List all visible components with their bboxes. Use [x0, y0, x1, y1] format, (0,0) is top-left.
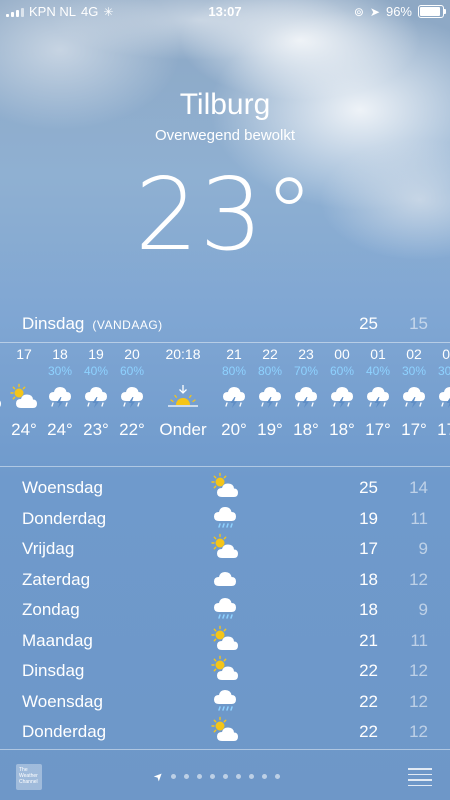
- divider: [0, 466, 450, 467]
- location-arrow-icon: ➤: [151, 769, 167, 785]
- daily-day: Maandag: [22, 630, 93, 650]
- hourly-time: 03: [442, 346, 450, 362]
- today-row: Dinsdag (VANDAAG) 25 15: [0, 312, 450, 338]
- page-dot[interactable]: [210, 774, 216, 779]
- weather-channel-logo[interactable]: The Weather Channel: [16, 764, 42, 790]
- daily-row: Woensdag 22 12: [0, 686, 450, 717]
- daily-day: Zaterdag: [22, 569, 91, 589]
- daily-day: Vrijdag: [22, 539, 75, 558]
- page-dot[interactable]: [236, 774, 242, 779]
- daily-high: 21: [359, 630, 378, 650]
- hourly-item: 03 30% 17°: [426, 346, 450, 440]
- daily-row: Dinsdag 22 12: [0, 655, 450, 686]
- battery-label: 96%: [385, 4, 412, 19]
- sun-cloud-icon: [208, 472, 242, 500]
- daily-low: 9: [418, 539, 428, 558]
- divider: [0, 342, 450, 343]
- page-dot[interactable]: [184, 774, 190, 779]
- daily-high: 22: [359, 722, 378, 741]
- hourly-precip: 30%: [437, 364, 450, 378]
- rain-cloud-icon: [208, 594, 242, 622]
- daily-high: 22: [359, 661, 378, 680]
- list-icon[interactable]: [408, 768, 432, 790]
- hourly-temp: 17°: [437, 420, 450, 439]
- city-name: Tilburg: [179, 88, 271, 121]
- status-bar: KPN NL 4G ✳ 13:07 ⊚ ➤ 96%: [0, 0, 450, 22]
- cloud-icon: [208, 564, 242, 592]
- daily-low: 11: [410, 508, 428, 528]
- daily-high: 18: [359, 600, 378, 619]
- sun-cloud-icon: [208, 533, 242, 561]
- page-dot[interactable]: [262, 774, 268, 779]
- rotation-lock-icon: ⊚: [353, 4, 364, 19]
- daily-row: Woensdag 25 14: [0, 472, 450, 503]
- page-dot[interactable]: [249, 774, 255, 779]
- thunderstorm-icon: [426, 380, 450, 414]
- current-condition: Overwegend bewolkt: [154, 127, 296, 144]
- daily-day: Dinsdag: [22, 661, 85, 680]
- today-day: Dinsdag (VANDAAG): [22, 314, 163, 334]
- daily-low: 12: [409, 722, 428, 741]
- daily-day: Zondag: [22, 600, 80, 619]
- sun-cloud-icon: [208, 716, 242, 744]
- hourly-forecast[interactable]: 16 25° 17 24° 18 30%: [0, 346, 450, 464]
- today-tag-label: VANDAAG: [96, 318, 159, 332]
- daily-low: 12: [409, 661, 428, 680]
- daily-low: 12: [409, 691, 428, 711]
- sun-cloud-icon: [208, 655, 242, 683]
- daily-row: Donderdag 19 11: [0, 503, 450, 534]
- status-right: ⊚ ➤ 96%: [353, 4, 446, 19]
- daily-high: 25: [359, 478, 378, 497]
- page-indicator[interactable]: ➤: [151, 769, 281, 785]
- daily-row: Maandag 21 11: [0, 625, 450, 656]
- daily-row: Vrijdag 17 9: [0, 533, 450, 564]
- page-dot[interactable]: [171, 774, 177, 779]
- daily-day: Donderdag: [22, 722, 107, 741]
- page-dot[interactable]: [275, 774, 281, 779]
- page-dot[interactable]: [223, 774, 229, 779]
- location-services-icon: ➤: [369, 4, 380, 19]
- today-day-label: Dinsdag: [22, 314, 85, 333]
- daily-high: 17: [359, 539, 378, 558]
- daily-high: 22: [359, 691, 378, 711]
- current-temperature: 23°: [134, 156, 316, 273]
- today-high: 25: [359, 314, 378, 333]
- daily-row: Zondag 18 9: [0, 594, 450, 625]
- daily-low: 9: [418, 600, 428, 619]
- daily-day: Donderdag: [22, 508, 107, 528]
- page-dot[interactable]: [197, 774, 203, 779]
- daily-high: 19: [359, 508, 378, 528]
- daily-low: 12: [409, 569, 428, 589]
- daily-row: Zaterdag 18 12: [0, 564, 450, 595]
- battery-icon: [418, 5, 446, 18]
- daily-day: Woensdag: [22, 478, 103, 497]
- today-tag: (VANDAAG): [92, 318, 163, 332]
- today-low: 15: [409, 314, 428, 333]
- bottom-bar: The Weather Channel ➤: [0, 750, 450, 800]
- daily-high: 18: [359, 569, 378, 589]
- daily-day: Woensdag: [22, 691, 103, 711]
- daily-row: Donderdag 22 12: [0, 716, 450, 747]
- daily-low: 14: [409, 478, 428, 497]
- rain-cloud-icon: [208, 686, 242, 714]
- daily-low: 11: [410, 630, 428, 650]
- daily-forecast[interactable]: Woensdag 25 14 Donderdag 19 11 Vrijdag 1…: [0, 472, 450, 747]
- sun-cloud-icon: [208, 625, 242, 653]
- rain-cloud-icon: [208, 503, 242, 531]
